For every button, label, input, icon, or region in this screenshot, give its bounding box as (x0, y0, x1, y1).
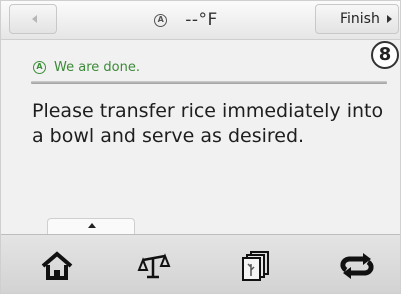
top-bar: A --°F Finish (1, 1, 400, 40)
step-number-badge: 8 (371, 41, 399, 69)
instruction-message: Please transfer rice immediately into a … (32, 100, 384, 147)
home-button[interactable] (37, 249, 77, 283)
auto-mode-icon: A (154, 13, 168, 27)
chevron-right-icon (387, 15, 392, 23)
temperature-display: A --°F (91, 7, 281, 33)
temperature-value: --°F (185, 10, 218, 30)
pull-up-tab[interactable] (47, 218, 135, 234)
chevron-left-icon (32, 15, 37, 23)
scale-icon (137, 253, 171, 279)
cooker-screen: A --°F Finish 8 A We are done. Please tr… (0, 0, 401, 294)
recipes-icon (242, 251, 269, 281)
repeat-icon (340, 253, 374, 279)
finish-button-label: Finish (340, 11, 380, 27)
recipes-button[interactable] (236, 249, 276, 283)
scale-button[interactable] (135, 249, 175, 283)
status-row: A We are done. (33, 60, 140, 75)
caret-up-icon (88, 223, 96, 228)
finish-button[interactable]: Finish (315, 4, 399, 34)
status-text: We are done. (54, 60, 140, 75)
auto-mode-icon: A (33, 61, 46, 74)
home-icon (41, 251, 73, 280)
repeat-button[interactable] (337, 249, 377, 283)
progress-divider (31, 81, 387, 84)
back-button[interactable] (9, 4, 57, 34)
bottom-nav (1, 234, 400, 293)
